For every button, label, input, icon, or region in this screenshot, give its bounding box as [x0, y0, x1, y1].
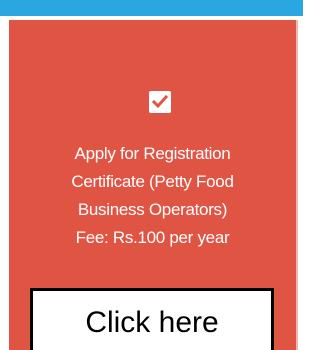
- card-title: Apply for Registration Certificate (Pett…: [26, 140, 279, 252]
- click-here-button-label: Click here: [85, 305, 219, 339]
- click-here-button[interactable]: Click here: [30, 288, 274, 350]
- card-title-line: Certificate (Petty Food: [71, 172, 234, 191]
- card-title-line: Business Operators): [77, 200, 228, 219]
- check-square-icon: [149, 91, 171, 113]
- screenshot-frame: Apply for Registration Certificate (Pett…: [0, 0, 303, 350]
- card-title-line: Apply for Registration: [74, 144, 231, 163]
- card-fee-line: Fee: Rs.100 per year: [75, 228, 230, 247]
- top-accent-bar: [0, 0, 303, 16]
